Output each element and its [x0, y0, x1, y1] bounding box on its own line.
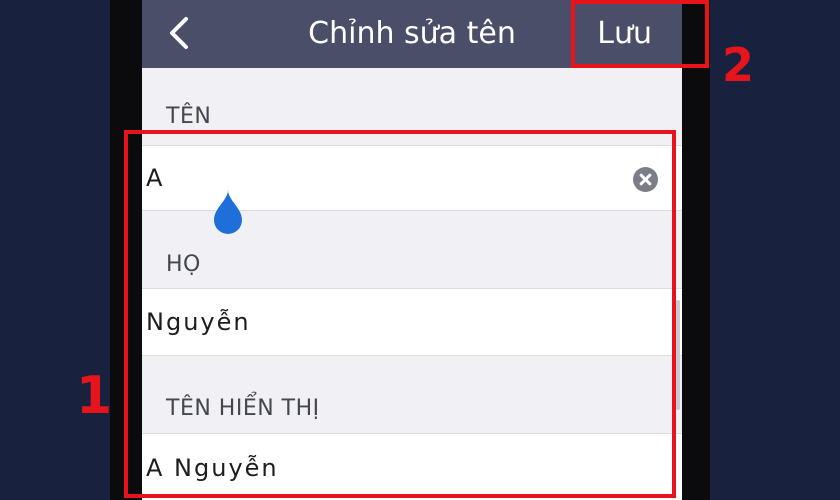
highlight-box-step-2 — [571, 0, 709, 68]
scrollbar[interactable] — [676, 300, 680, 410]
step-1-number: 1 — [76, 366, 113, 426]
highlight-box-step-1 — [124, 130, 676, 498]
step-2-number: 2 — [722, 38, 755, 92]
first-name-label: TÊN — [166, 104, 212, 129]
